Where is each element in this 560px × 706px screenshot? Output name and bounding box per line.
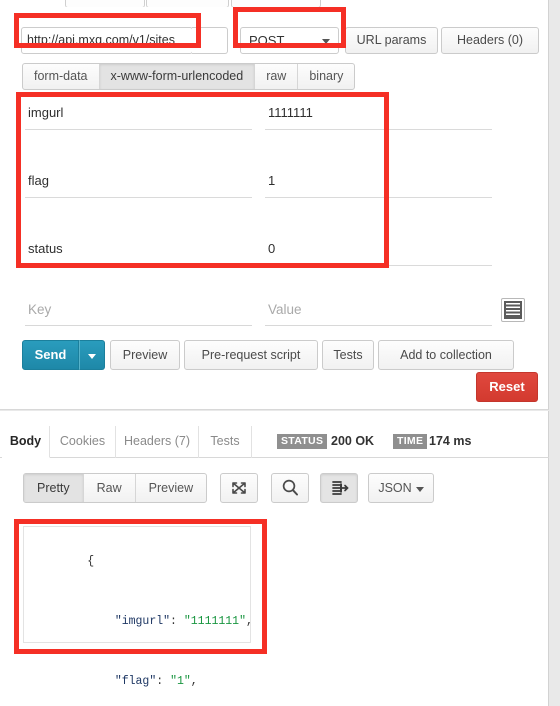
cutoff-box-2	[146, 0, 229, 7]
headers-button[interactable]: Headers (0)	[441, 27, 539, 54]
form-param-row: imgurl 1111111	[0, 100, 549, 168]
param-key-input[interactable]: status	[25, 236, 252, 266]
reset-button[interactable]: Reset	[476, 372, 538, 402]
cutoff-toolbar-row	[0, 0, 549, 7]
form-param-row: status 0	[0, 236, 549, 304]
json-line: "imgurl": "1111111",	[114, 615, 253, 628]
request-actions-row: Send Preview Pre-request script Tests Ad…	[0, 340, 549, 372]
time-badge-label: TIME	[393, 434, 428, 449]
response-format-select[interactable]: JSON	[368, 473, 434, 503]
search-icon[interactable]	[271, 473, 309, 503]
response-body-json[interactable]: { "imgurl": "1111111", "flag": "1", "sta…	[23, 526, 253, 688]
tab-response-cookies[interactable]: Cookies	[50, 426, 116, 458]
json-line: "flag": "1",	[114, 675, 198, 688]
bulk-edit-icon[interactable]	[501, 298, 525, 322]
chevron-down-icon	[88, 354, 96, 359]
tab-x-www-form-urlencoded[interactable]: x-www-form-urlencoded	[99, 64, 256, 89]
body-type-tabs: form-data x-www-form-urlencoded raw bina…	[22, 63, 356, 90]
response-format-value: JSON	[378, 481, 412, 495]
send-options-button[interactable]	[79, 340, 105, 370]
param-value-input[interactable]: 1111111	[265, 100, 492, 130]
pre-request-script-button[interactable]: Pre-request script	[184, 340, 318, 370]
postman-interceptor-window: http://api.mxq.com/v1/sites POST URL par…	[0, 0, 560, 706]
new-param-key-input[interactable]: Key	[25, 296, 252, 326]
tab-binary[interactable]: binary	[298, 64, 354, 89]
time-value: 174 ms	[429, 434, 472, 448]
status-badge-label: STATUS	[277, 434, 328, 449]
view-mode-raw[interactable]: Raw	[84, 474, 136, 502]
url-input-extension[interactable]	[192, 27, 228, 54]
response-toolbar: Pretty Raw Preview JSON	[0, 473, 549, 505]
chevron-down-icon	[322, 39, 330, 44]
tab-response-body[interactable]: Body	[2, 426, 50, 458]
url-bar-row: http://api.mxq.com/v1/sites POST URL par…	[0, 10, 549, 54]
response-view-mode-group: Pretty Raw Preview	[23, 473, 208, 503]
request-panel: http://api.mxq.com/v1/sites POST URL par…	[0, 0, 549, 410]
add-to-collection-button[interactable]: Add to collection	[378, 340, 514, 370]
http-method-select[interactable]: POST	[240, 27, 339, 54]
cutoff-box-3	[231, 0, 321, 7]
url-params-button[interactable]: URL params	[345, 27, 438, 54]
tests-button[interactable]: Tests	[322, 340, 374, 370]
tab-response-tests[interactable]: Tests	[199, 426, 252, 458]
param-key-input[interactable]: flag	[25, 168, 252, 198]
tab-form-data[interactable]: form-data	[23, 64, 100, 89]
form-param-row: flag 1	[0, 168, 549, 236]
response-tabs: Body Cookies Headers (7) Tests STATUS 20…	[0, 426, 549, 458]
http-method-value: POST	[249, 33, 285, 48]
json-line: {	[87, 555, 95, 568]
new-param-row: Key Value	[0, 296, 549, 330]
cutoff-box-1	[65, 0, 145, 7]
param-value-input[interactable]: 1	[265, 168, 492, 198]
param-value-input[interactable]: 0	[265, 236, 492, 266]
url-input[interactable]: http://api.mxq.com/v1/sites	[21, 27, 193, 54]
status-value: 200 OK	[331, 434, 375, 448]
param-key-input[interactable]: imgurl	[25, 100, 252, 130]
tab-response-headers[interactable]: Headers (7)	[116, 426, 199, 458]
chevron-down-icon	[416, 487, 424, 492]
form-params-list: imgurl 1111111 flag 1 status 0	[0, 100, 549, 304]
expand-icon[interactable]	[220, 473, 258, 503]
fold-lines-icon[interactable]	[320, 473, 358, 503]
view-mode-pretty[interactable]: Pretty	[24, 474, 84, 502]
view-mode-preview[interactable]: Preview	[136, 474, 206, 502]
preview-button[interactable]: Preview	[110, 340, 180, 370]
tab-raw[interactable]: raw	[255, 64, 299, 89]
send-button[interactable]: Send	[22, 340, 79, 370]
new-param-value-input[interactable]: Value	[265, 296, 492, 326]
response-panel: Body Cookies Headers (7) Tests STATUS 20…	[0, 411, 549, 706]
